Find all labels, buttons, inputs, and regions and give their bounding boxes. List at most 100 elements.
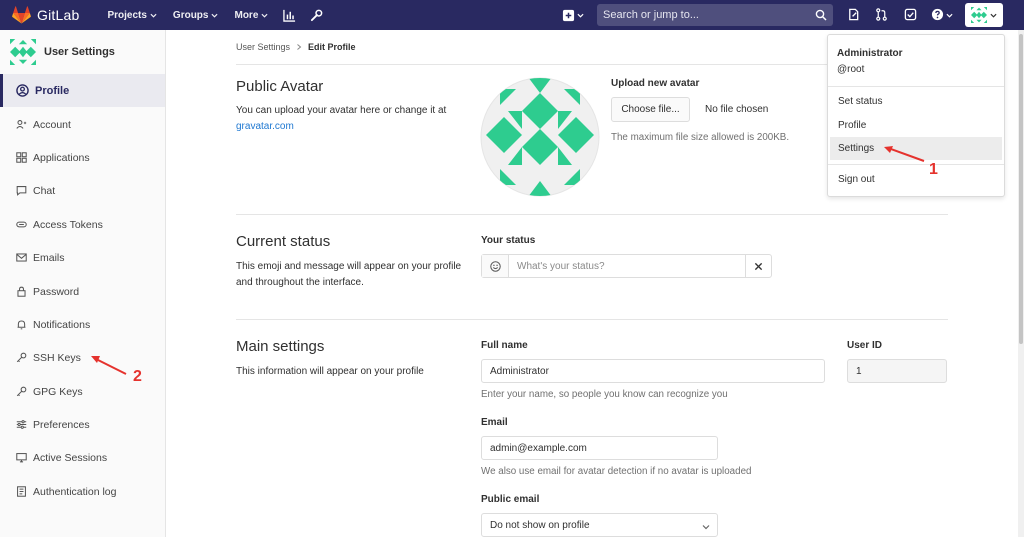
snippet-icon[interactable] — [846, 7, 861, 22]
sidebar-item-active-sessions[interactable]: Active Sessions — [0, 441, 165, 474]
no-file-chosen-text: No file chosen — [705, 104, 769, 115]
public-email-label: Public email — [481, 494, 540, 505]
main-settings-description: This information will appear on your pro… — [236, 366, 424, 377]
user-dropdown-menu: Administrator @root Set status Profile S… — [827, 34, 1005, 197]
chat-icon — [16, 186, 27, 196]
user-id-field: 1 — [847, 359, 947, 383]
breadcrumb-current: Edit Profile — [308, 42, 356, 52]
menu-item-set-status[interactable]: Set status — [830, 90, 1002, 113]
identicon-avatar — [971, 7, 987, 23]
new-item-plus-icon[interactable] — [561, 8, 576, 23]
divider — [236, 319, 948, 320]
breadcrumb: User Settings Edit Profile — [236, 42, 356, 52]
top-navbar: GitLab Projects Groups More Search or ju… — [0, 0, 1024, 30]
sidebar-item-applications[interactable]: Applications — [0, 141, 165, 174]
chevron-down-icon — [702, 525, 710, 530]
chevron-right-icon — [297, 44, 302, 50]
gravatar-link[interactable]: gravatar.com — [236, 121, 294, 132]
email-help: We also use email for avatar detection i… — [481, 466, 752, 477]
public-avatar-description: You can upload your avatar here or chang… — [236, 105, 447, 132]
sidebar-item-password[interactable]: Password — [0, 275, 165, 308]
todo-check-icon[interactable] — [903, 7, 918, 22]
gitlab-logo[interactable]: GitLab — [12, 6, 79, 24]
lock-icon — [17, 286, 26, 297]
sidebar-item-profile[interactable]: Profile — [0, 74, 165, 107]
bell-icon — [17, 320, 26, 330]
chevron-down-icon — [150, 13, 157, 18]
sidebar-item-authentication-log[interactable]: Authentication log — [0, 475, 165, 508]
clear-status-button[interactable] — [745, 255, 771, 277]
user-id-label: User ID — [847, 340, 883, 351]
search-input[interactable]: Search or jump to... — [597, 4, 833, 26]
mail-icon — [16, 253, 27, 262]
public-avatar-heading: Public Avatar — [236, 78, 324, 95]
brand-name: GitLab — [37, 7, 80, 23]
choose-file-button[interactable]: Choose file... — [611, 97, 690, 122]
settings-sidebar: User Settings Profile Account Applicatio… — [0, 30, 166, 537]
emoji-picker-button[interactable] — [482, 255, 509, 277]
tanuki-icon — [12, 6, 31, 24]
chevron-down-icon — [990, 13, 997, 18]
full-name-help: Enter your name, so people you know can … — [481, 389, 728, 400]
sidebar-header[interactable]: User Settings — [0, 30, 165, 74]
annotation-arrow-1 — [884, 146, 925, 162]
email-label: Email — [481, 417, 508, 428]
sidebar-item-emails[interactable]: Emails — [0, 241, 165, 274]
sidebar-item-account[interactable]: Account — [0, 108, 165, 141]
divider — [828, 86, 1004, 87]
merge-request-icon[interactable] — [874, 7, 889, 22]
current-status-description: This emoji and message will appear on yo… — [236, 261, 462, 288]
admin-wrench-icon[interactable] — [309, 8, 324, 23]
annotation-label-1: 1 — [929, 161, 938, 178]
applications-icon — [16, 152, 27, 163]
chevron-down-icon — [946, 13, 953, 18]
annotation-label-2: 2 — [133, 368, 142, 385]
profile-avatar-image — [480, 77, 600, 197]
help-icon[interactable] — [930, 7, 945, 22]
token-icon — [16, 221, 27, 228]
divider — [236, 214, 948, 215]
current-status-heading: Current status — [236, 233, 331, 250]
monitor-icon — [16, 453, 27, 463]
dropdown-username: @root — [837, 64, 865, 75]
public-email-select[interactable]: Do not show on profile — [481, 513, 718, 537]
more-menu[interactable]: More — [234, 10, 268, 21]
sidebar-item-notifications[interactable]: Notifications — [0, 308, 165, 341]
chevron-down-icon — [211, 13, 219, 18]
key-icon — [16, 352, 27, 363]
status-message-input[interactable]: What's your status? — [509, 261, 745, 272]
menu-item-sign-out[interactable]: Sign out — [830, 168, 1002, 191]
main-settings-heading: Main settings — [236, 338, 325, 355]
upload-avatar-label: Upload new avatar — [611, 78, 700, 89]
groups-menu[interactable]: Groups — [173, 10, 219, 21]
log-icon — [17, 486, 26, 497]
annotation-arrow-2 — [91, 356, 127, 375]
account-icon — [16, 120, 27, 129]
menu-item-profile[interactable]: Profile — [830, 114, 1002, 137]
sidebar-item-chat[interactable]: Chat — [0, 174, 165, 207]
profile-icon — [16, 84, 29, 97]
scrollbar-thumb[interactable] — [1019, 34, 1023, 344]
projects-menu[interactable]: Projects — [107, 10, 157, 21]
smiley-icon — [489, 260, 501, 272]
breadcrumb-parent[interactable]: User Settings — [236, 42, 290, 52]
your-status-label: Your status — [481, 235, 536, 246]
activity-chart-icon[interactable] — [282, 8, 297, 23]
chevron-down-icon — [577, 13, 584, 18]
sidebar-title: User Settings — [44, 46, 115, 58]
sidebar-item-preferences[interactable]: Preferences — [0, 408, 165, 441]
close-icon — [754, 262, 763, 270]
key-icon — [16, 386, 27, 397]
user-avatar-button[interactable] — [965, 3, 1003, 27]
full-name-label: Full name — [481, 340, 528, 351]
email-input[interactable]: admin@example.com — [481, 436, 718, 460]
full-name-input[interactable]: Administrator — [481, 359, 825, 383]
search-icon — [815, 9, 827, 21]
sidebar-item-access-tokens[interactable]: Access Tokens — [0, 208, 165, 241]
page-scrollbar[interactable] — [1018, 30, 1024, 537]
status-input-group: What's your status? — [481, 254, 772, 278]
chevron-down-icon — [261, 13, 268, 18]
dropdown-user-name: Administrator — [837, 48, 903, 59]
user-identicon — [10, 39, 36, 65]
preferences-icon — [16, 420, 27, 429]
